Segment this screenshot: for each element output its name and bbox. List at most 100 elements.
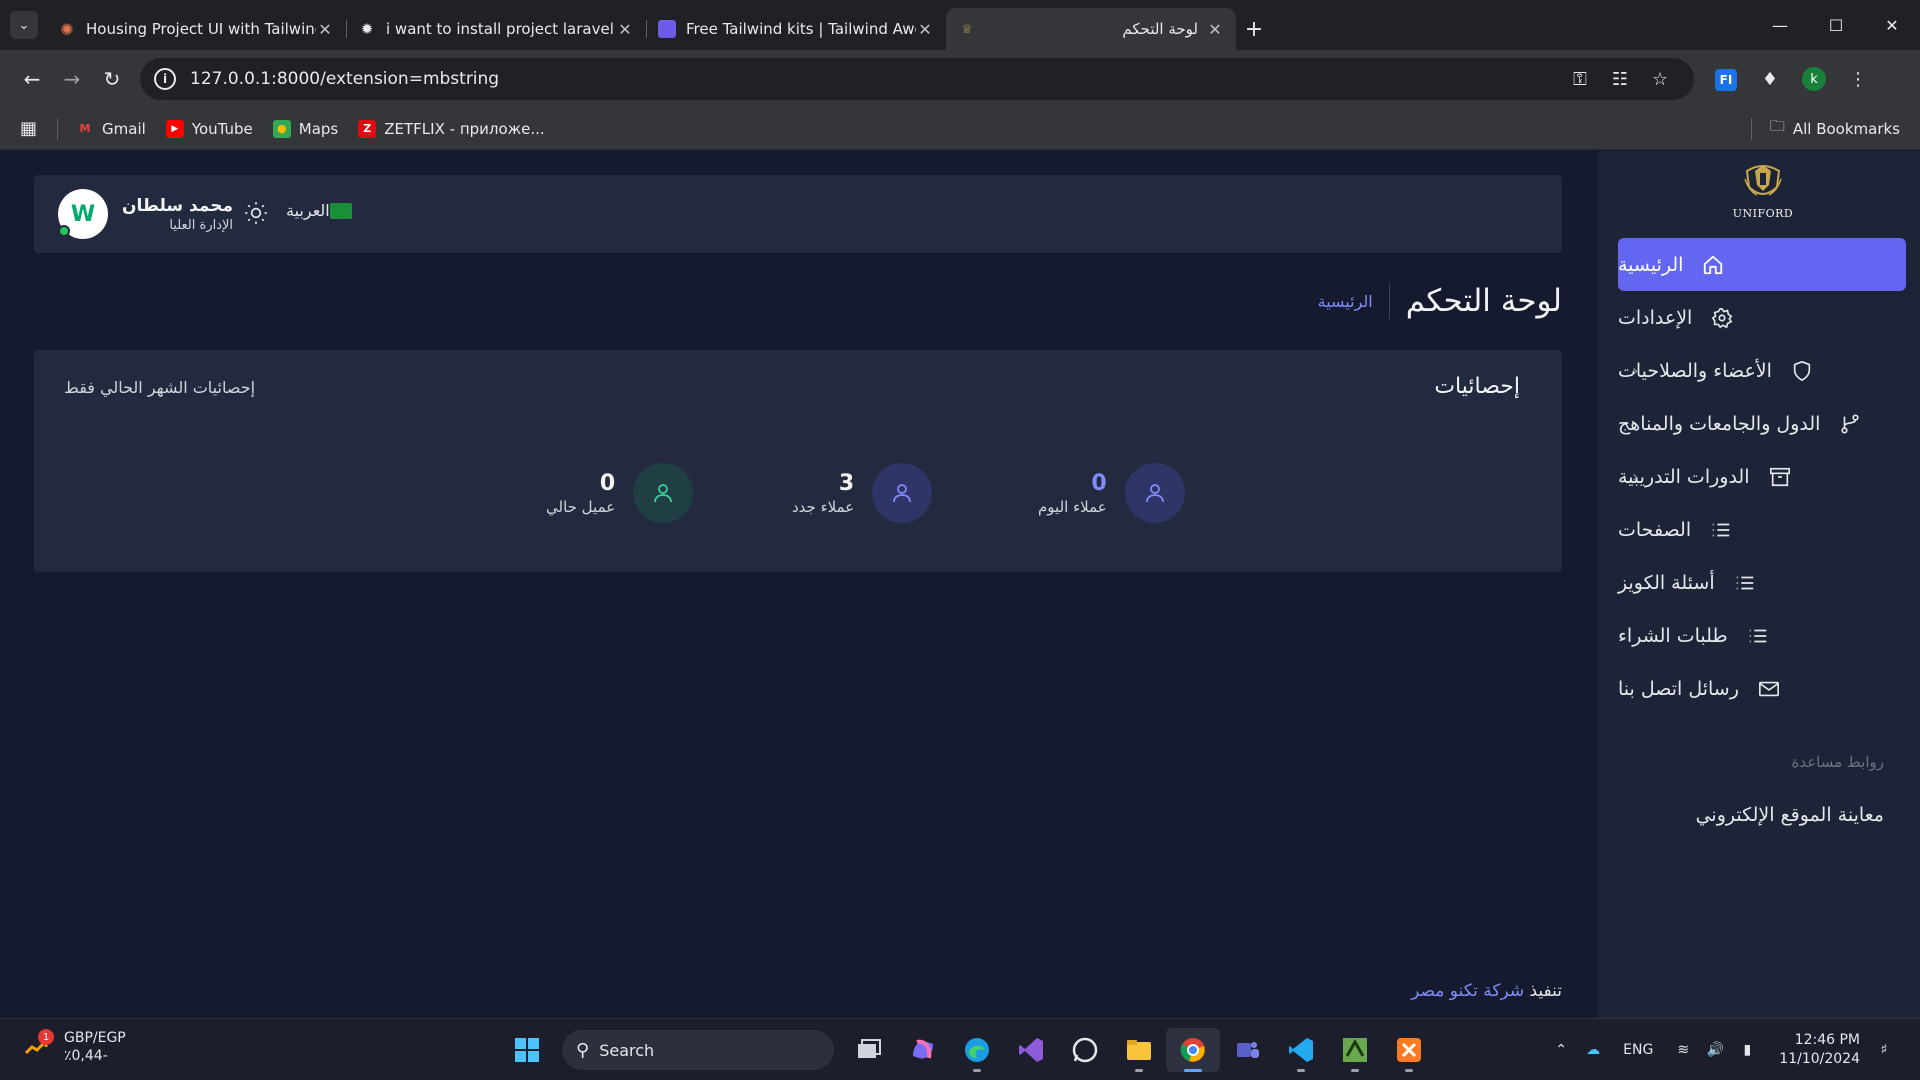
sidebar-item-pages[interactable]: الصفحات — [1618, 503, 1906, 556]
taskbar: 1 GBP/EGP ٪0,44- ⚲ Search ⌃ ☁ ENG ≋ 🔊 ▮ — [0, 1018, 1920, 1080]
browser-tab[interactable]: ✺ Housing Project UI with Tailwind ✕ — [46, 8, 347, 50]
sidebar-item-courses[interactable]: الدورات التدريبية ‹ — [1618, 450, 1906, 503]
apps-grid-icon[interactable]: ▦ — [20, 118, 37, 139]
sidebar-item-settings[interactable]: الإعدادات — [1618, 291, 1906, 344]
user-icon — [872, 463, 933, 523]
browser-tab-active[interactable]: ♕ لوحة التحكم ✕ — [946, 8, 1236, 50]
stat-new-clients: 3 عملاء جدد — [792, 463, 933, 523]
stats-subtitle: إحصائيات الشهر الحالي فقط — [64, 378, 256, 397]
address-bar[interactable]: i 127.0.0.1:8000/extension=mbstring ⚿ ☷ … — [140, 58, 1694, 100]
translate-icon[interactable]: ☷ — [1600, 69, 1640, 90]
sidebar-item-countries[interactable]: الدول والجامعات والمناهج — [1618, 397, 1906, 450]
stats-title: إحصائيات — [1434, 374, 1520, 399]
list-icon — [1746, 624, 1770, 648]
vscode-icon[interactable] — [1274, 1028, 1328, 1072]
stat-today-clients: 0 عملاء اليوم — [1038, 463, 1185, 523]
sidebar-item-home[interactable]: الرئيسية — [1618, 238, 1906, 291]
forward-icon[interactable]: → — [52, 59, 92, 99]
uniford-crest-icon — [1744, 165, 1782, 196]
onedrive-icon[interactable]: ☁ — [1577, 1042, 1609, 1058]
uniford-icon: ♕ — [961, 22, 973, 36]
bookmark-maps[interactable]: ● Maps — [272, 119, 338, 138]
sidebar-item-label: طلبات الشراء — [1618, 624, 1728, 647]
whatsapp-icon[interactable] — [1058, 1028, 1112, 1072]
zetflix-icon: Z — [358, 119, 377, 138]
shield-icon — [1790, 359, 1814, 383]
uniford-logo[interactable]: UNIFORD — [1708, 157, 1818, 227]
mail-icon — [1757, 677, 1781, 701]
chevron-up-icon[interactable]: ⌃ — [1545, 1042, 1577, 1058]
profile-avatar[interactable]: k — [1792, 67, 1836, 92]
chrome-icon[interactable] — [1166, 1028, 1220, 1072]
widgets-button[interactable]: 1 GBP/EGP ٪0,44- — [22, 1029, 126, 1065]
clock[interactable]: 12:46 PM 11/10/2024 — [1779, 1031, 1860, 1069]
teams-icon[interactable] — [1220, 1028, 1274, 1072]
close-icon[interactable]: ✕ — [316, 20, 334, 39]
sidebar-link-preview-site[interactable]: معاينة الموقع الإلكتروني — [1696, 804, 1884, 826]
page-title: لوحة التحكم — [1405, 283, 1562, 319]
input-language[interactable]: ENG — [1623, 1042, 1653, 1058]
password-key-icon[interactable]: ⚿ — [1560, 69, 1600, 90]
visual-studio-icon[interactable] — [1004, 1028, 1058, 1072]
widget-value: ٪0,44- — [64, 1048, 108, 1064]
reload-icon[interactable]: ↻ — [92, 59, 132, 99]
bookmark-star-icon[interactable]: ☆ — [1640, 69, 1680, 90]
browser-tab[interactable]: ✹ i want to install project laravel 1 ✕ — [346, 8, 647, 50]
sidebar-item-label: الرئيسية — [1618, 253, 1684, 276]
footer-company-link[interactable]: شركة تكنو مصر — [1411, 981, 1524, 1001]
stat-label: عملاء جدد — [792, 497, 855, 516]
task-view-icon[interactable] — [842, 1028, 896, 1072]
close-icon[interactable]: ✕ — [616, 20, 634, 39]
extension-fi-icon[interactable]: FI — [1704, 68, 1748, 91]
browser-tab[interactable]: Free Tailwind kits | Tailwind Awe ✕ — [646, 8, 946, 50]
wifi-icon[interactable]: ≋ — [1667, 1042, 1699, 1058]
tab-title: i want to install project laravel 1 — [386, 20, 616, 38]
all-bookmarks[interactable]: 🗀 All Bookmarks — [1750, 116, 1900, 141]
url-text[interactable]: 127.0.0.1:8000/extension=mbstring — [190, 69, 1560, 89]
sidebar-section-title: روابط مساعدة — [1791, 753, 1884, 771]
folder-icon: 🗀 — [1769, 117, 1785, 135]
close-icon[interactable]: ✕ — [1206, 20, 1224, 39]
tab-search-button[interactable]: ⌄ — [10, 11, 38, 39]
start-windows-icon[interactable] — [500, 1028, 554, 1072]
language-switcher[interactable]: العربية — [286, 201, 364, 220]
terminal-app-icon[interactable] — [1328, 1028, 1382, 1072]
sun-icon[interactable] — [242, 199, 270, 227]
maximize-icon[interactable]: ☐ — [1808, 16, 1864, 35]
taskbar-search[interactable]: ⚲ Search — [562, 1030, 834, 1070]
copilot-icon[interactable] — [896, 1028, 950, 1072]
sidebar-item-quiz[interactable]: أسئلة الكويز — [1618, 556, 1906, 609]
extensions-puzzle-icon[interactable]: ♦ — [1748, 69, 1792, 90]
avatar[interactable]: W — [58, 189, 108, 239]
file-explorer-icon[interactable] — [1112, 1028, 1166, 1072]
bookmark-youtube[interactable]: ▶ YouTube — [165, 119, 253, 138]
sidebar-item-messages[interactable]: رسائل اتصل بنا — [1618, 662, 1906, 715]
volume-icon[interactable]: 🔊 — [1699, 1042, 1731, 1058]
online-status-dot — [58, 225, 70, 237]
stat-current-clients: 0 عميل حالي — [546, 463, 694, 523]
notification-badge: 1 — [38, 1029, 54, 1045]
site-info-icon[interactable]: i — [154, 68, 176, 90]
sidebar-item-orders[interactable]: طلبات الشراء — [1618, 609, 1906, 662]
edge-icon[interactable] — [950, 1028, 1004, 1072]
gear-icon — [1710, 306, 1734, 330]
stat-label: عميل حالي — [546, 497, 616, 516]
new-tab-button[interactable]: + — [1236, 8, 1272, 50]
notification-bell-icon[interactable]: ♯ — [1868, 1042, 1900, 1058]
bookmark-gmail[interactable]: M Gmail — [76, 120, 146, 138]
close-window-icon[interactable]: ✕ — [1864, 16, 1920, 35]
user-profile[interactable]: W محمد سلطان الإدارة العليا — [58, 189, 233, 239]
minimize-icon[interactable]: — — [1752, 16, 1808, 35]
close-icon[interactable]: ✕ — [916, 20, 934, 39]
breadcrumb[interactable]: الرئيسية — [1318, 292, 1373, 311]
footer-credit: تنفيذ شركة تكنو مصر — [1400, 981, 1562, 1001]
sidebar-item-members[interactable]: الأعضاء والصلاحيات ‹ — [1618, 344, 1906, 397]
browser-menu-icon[interactable]: ⋮ — [1836, 69, 1880, 90]
battery-icon[interactable]: ▮ — [1731, 1042, 1763, 1058]
openai-icon: ✹ — [360, 20, 374, 38]
sidebar-nav: الرئيسية الإعدادات الأعضاء والصلاحيات ‹ — [1618, 238, 1906, 715]
back-icon[interactable]: ← — [12, 59, 52, 99]
bookmark-zetflix[interactable]: Z ZETFLIX - приложе... — [358, 119, 545, 138]
sidebar: UNIFORD الرئيسية الإعدادات الأعضاء والصل… — [1598, 151, 1920, 1018]
xampp-icon[interactable] — [1382, 1028, 1436, 1072]
